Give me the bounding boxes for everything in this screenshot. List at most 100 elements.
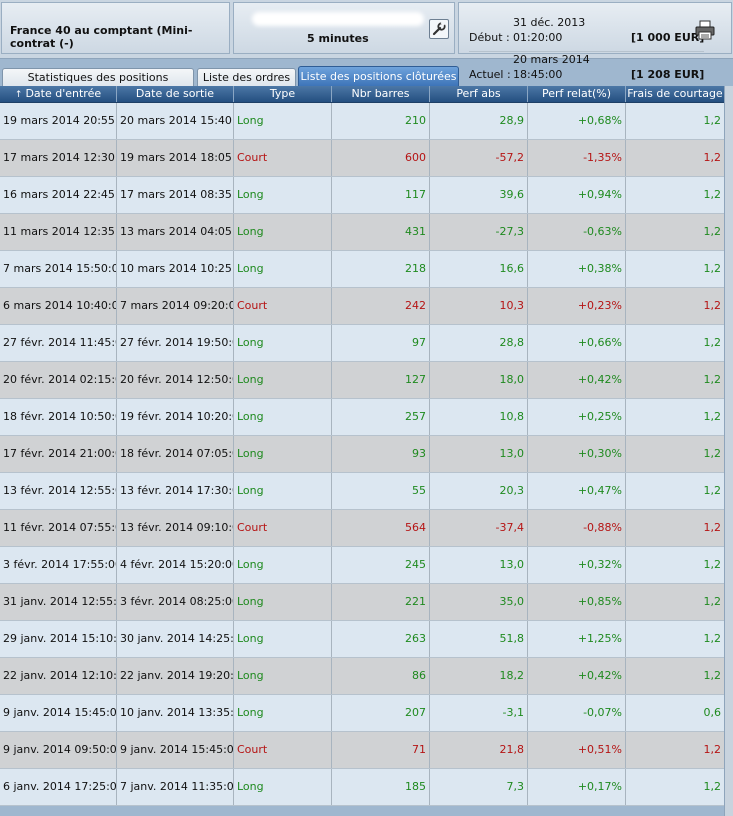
col-perf-rel[interactable]: Perf relat(%) [528, 86, 626, 102]
cell-exit-date: 13 févr. 2014 09:10:00 [117, 510, 234, 546]
cell-fees: 1,2 [703, 558, 722, 571]
cell-fees: 0,6 [703, 706, 722, 719]
table-row[interactable]: 16 mars 2014 22:45:0017 mars 2014 08:35:… [0, 177, 724, 214]
cell-type: Long [234, 103, 332, 139]
col-fees[interactable]: Frais de courtage [626, 86, 724, 102]
cell-fees: 1,2 [703, 151, 722, 164]
cell-perf-rel: +0,66% [528, 325, 626, 361]
wrench-icon[interactable] [429, 19, 449, 39]
col-bars[interactable]: Nbr barres [332, 86, 430, 102]
cell-perf-abs: 10,8 [430, 399, 528, 435]
table-row[interactable]: 20 févr. 2014 02:15:00 20 févr. 2014 12:5… [0, 362, 724, 399]
cell-exit-date: 3 févr. 2014 08:25:00 [117, 584, 234, 620]
cell-type: Long [234, 658, 332, 694]
closed-positions-table: ↑ Date d'entrée Date de sortie Type Nbr b… [0, 86, 724, 806]
printer-icon[interactable] [694, 19, 716, 41]
cell-fees: 1,2 [703, 632, 722, 645]
cell-type: Long [234, 621, 332, 657]
cell-perf-abs: -27,3 [430, 214, 528, 250]
table-row[interactable]: 17 févr. 2014 21:00:00 18 févr. 2014 07:0… [0, 436, 724, 473]
cell-exit-date: 4 févr. 2014 15:20:00 [117, 547, 234, 583]
cell-perf-rel: +0,94% [528, 177, 626, 213]
tab-bar: Statistiques des positions clôturées Lis… [0, 66, 733, 101]
cell-fees: 1,2 [703, 299, 722, 312]
cell-perf-rel: +0,30% [528, 436, 626, 472]
cell-entry-date: 29 janv. 2014 15:10:00 [0, 621, 117, 657]
table-row[interactable]: 9 janv. 2014 09:50:00 9 janv. 2014 15:45:… [0, 732, 724, 769]
timeframe-panel: 5 minutes [233, 2, 455, 54]
cell-perf-abs: 28,9 [430, 103, 528, 139]
cell-exit-date: 19 mars 2014 18:05:00 [117, 140, 234, 176]
col-exit-date[interactable]: Date de sortie [117, 86, 234, 102]
cell-perf-rel: +0,85% [528, 584, 626, 620]
cell-fees: 1,2 [703, 484, 722, 497]
cell-bars: 431 [332, 214, 430, 250]
cell-perf-rel: -1,35% [528, 140, 626, 176]
cell-bars: 600 [332, 140, 430, 176]
cell-exit-date: 22 janv. 2014 19:20:00 [117, 658, 234, 694]
table-row[interactable]: 17 mars 2014 12:30:0019 mars 2014 18:05:… [0, 140, 724, 177]
cell-exit-date: 20 févr. 2014 12:50:00 [117, 362, 234, 398]
cell-perf-abs: -37,4 [430, 510, 528, 546]
table-row[interactable]: 7 mars 2014 15:50:0010 mars 2014 10:25:0… [0, 251, 724, 288]
table-row[interactable]: 3 févr. 2014 17:55:00 4 févr. 2014 15:20:… [0, 547, 724, 584]
tab-statistics[interactable]: Statistiques des positions clôturées [2, 68, 194, 101]
table-row[interactable]: 6 janv. 2014 17:25:00 7 janv. 2014 11:35:… [0, 769, 724, 806]
cell-perf-rel: +0,32% [528, 547, 626, 583]
tab-orders[interactable]: Liste des ordres [197, 68, 296, 86]
cell-type: Long [234, 399, 332, 435]
up-arrow-icon: ↑ [14, 90, 23, 100]
cell-entry-date: 22 janv. 2014 12:10:00 [0, 658, 117, 694]
cell-perf-abs: 35,0 [430, 584, 528, 620]
cell-entry-date: 16 mars 2014 22:45:00 [0, 177, 117, 213]
cell-perf-abs: 20,3 [430, 473, 528, 509]
cell-entry-date: 13 févr. 2014 12:55:00 [0, 473, 117, 509]
tab-closed-positions[interactable]: Liste des positions clôturées [298, 66, 459, 86]
redacted-field [252, 12, 424, 26]
cell-exit-date: 20 mars 2014 15:40:00 [117, 103, 234, 139]
table-row[interactable]: 13 févr. 2014 12:55:00 13 févr. 2014 17:3… [0, 473, 724, 510]
cell-type: Court [234, 510, 332, 546]
table-body: 19 mars 2014 20:55:0020 mars 2014 15:40:… [0, 103, 724, 806]
cell-perf-abs: 7,3 [430, 769, 528, 805]
vertical-scrollbar[interactable] [724, 86, 733, 816]
start-row: Début :31 déc. 2013 01:20:00 [1 000 EUR] [469, 15, 705, 52]
cell-bars: 185 [332, 769, 430, 805]
cell-perf-rel: -0,88% [528, 510, 626, 546]
cell-exit-date: 19 févr. 2014 10:20:00 [117, 399, 234, 435]
cell-perf-rel: +1,25% [528, 621, 626, 657]
cell-perf-rel: +0,23% [528, 288, 626, 324]
table-row[interactable]: 19 mars 2014 20:55:0020 mars 2014 15:40:… [0, 103, 724, 140]
cell-entry-date: 27 févr. 2014 11:45:00 [0, 325, 117, 361]
cell-perf-rel: -0,07% [528, 695, 626, 731]
table-row[interactable]: 11 mars 2014 12:35:0013 mars 2014 04:05:… [0, 214, 724, 251]
table-row[interactable]: 27 févr. 2014 11:45:00 27 févr. 2014 19:5… [0, 325, 724, 362]
col-entry-date[interactable]: ↑ Date d'entrée [0, 86, 117, 102]
header-bar: France 40 au comptant (Mini-contrat (-) … [0, 0, 733, 89]
col-type[interactable]: Type [234, 86, 332, 102]
cell-bars: 564 [332, 510, 430, 546]
cell-fees: 1,2 [703, 225, 722, 238]
cell-perf-rel: -0,63% [528, 214, 626, 250]
cell-bars: 86 [332, 658, 430, 694]
start-label: Début : [469, 31, 510, 44]
cell-perf-rel: +0,42% [528, 362, 626, 398]
cell-type: Long [234, 547, 332, 583]
cell-perf-rel: +0,17% [528, 769, 626, 805]
table-row[interactable]: 18 févr. 2014 10:50:00 19 févr. 2014 10:2… [0, 399, 724, 436]
table-row[interactable]: 11 févr. 2014 07:55:00 13 févr. 2014 09:1… [0, 510, 724, 547]
cell-bars: 127 [332, 362, 430, 398]
table-row[interactable]: 31 janv. 2014 12:55:003 févr. 2014 08:25… [0, 584, 724, 621]
table-row[interactable]: 22 janv. 2014 12:10:0022 janv. 2014 19:2… [0, 658, 724, 695]
cell-bars: 221 [332, 584, 430, 620]
table-row[interactable]: 9 janv. 2014 15:45:00 10 janv. 2014 13:35… [0, 695, 724, 732]
instrument-panel: France 40 au comptant (Mini-contrat (-) [1, 2, 230, 54]
table-row[interactable]: 29 janv. 2014 15:10:0030 janv. 2014 14:2… [0, 621, 724, 658]
cell-entry-date: 11 févr. 2014 07:55:00 [0, 510, 117, 546]
cell-bars: 263 [332, 621, 430, 657]
table-row[interactable]: 6 mars 2014 10:40:00 7 mars 2014 09:20:00… [0, 288, 724, 325]
cell-type: Long [234, 769, 332, 805]
col-perf-abs[interactable]: Perf abs [430, 86, 528, 102]
cell-entry-date: 6 janv. 2014 17:25:00 [0, 769, 117, 805]
cell-entry-date: 18 févr. 2014 10:50:00 [0, 399, 117, 435]
